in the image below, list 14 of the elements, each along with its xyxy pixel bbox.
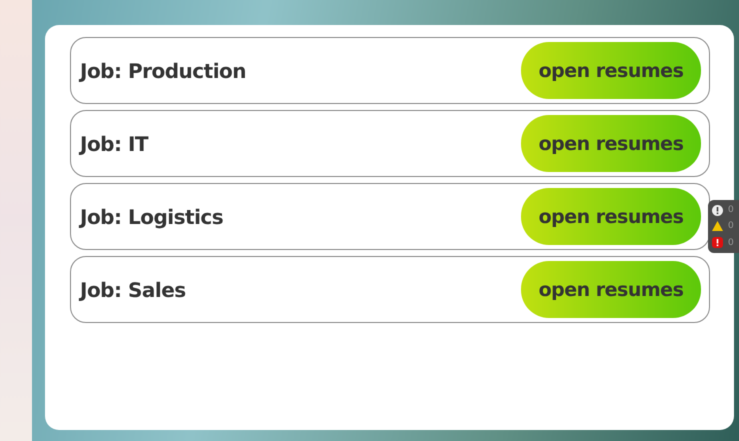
error-icon — [712, 237, 723, 248]
exclamation-circle-icon — [712, 204, 723, 216]
open-resumes-button[interactable]: open resumes — [521, 188, 701, 245]
status-count: 0 — [728, 205, 734, 216]
status-count: 0 — [728, 221, 734, 232]
status-count: 0 — [728, 238, 734, 248]
job-title: Job: IT — [80, 132, 148, 156]
open-resumes-button[interactable]: open resumes — [521, 261, 701, 318]
warning-triangle-icon — [712, 221, 723, 232]
job-title: Job: Logistics — [80, 204, 224, 228]
job-title: Job: Production — [80, 58, 246, 82]
open-resumes-button[interactable]: open resumes — [521, 115, 701, 172]
job-title: Job: Sales — [80, 278, 186, 302]
open-resumes-button[interactable]: open resumes — [521, 42, 701, 99]
